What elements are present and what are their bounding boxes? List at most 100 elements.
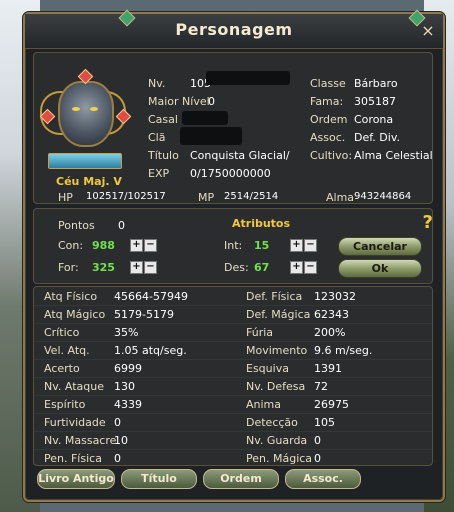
stat-value: 10 [114, 434, 128, 447]
tab-livro-antigo[interactable]: Livro Antigo [37, 469, 115, 489]
hp-value: 102517/102517 [86, 191, 166, 202]
des-value: 67 [254, 261, 270, 274]
order-label: Ordem [310, 113, 348, 126]
stat-value: 26975 [314, 398, 349, 411]
character-name: Céu Maj. V [56, 175, 122, 188]
title-value: Conquista Glacial/ [190, 149, 290, 162]
close-icon[interactable]: × [419, 22, 437, 40]
stat-value: 123032 [314, 290, 356, 303]
for-value: 325 [92, 261, 115, 274]
cancel-button[interactable]: Cancelar [338, 237, 422, 256]
assoc-value: Def. Div. [354, 131, 400, 144]
points-label: Pontos [58, 219, 95, 232]
character-window: Personagem × Céu Maj. V Nv. 105 Maior Ní… [23, 9, 445, 502]
wolf-eye-icon [90, 107, 98, 111]
title-bar[interactable]: Personagem × [25, 9, 443, 49]
stat-value: 0 [114, 452, 121, 465]
for-minus-button[interactable]: − [144, 261, 157, 274]
max-level-value: 0 [208, 95, 215, 108]
stat-value: 62343 [314, 308, 349, 321]
points-value: 0 [118, 219, 125, 232]
stat-label: Esquiva [246, 362, 289, 375]
help-icon[interactable]: ? [423, 212, 433, 233]
redacted-spouse [182, 111, 228, 125]
avatar [39, 68, 132, 173]
attributes-panel: Pontos 0 Atributos Con: 988 + − For: 325… [33, 208, 433, 284]
stat-label: Crítico [44, 326, 80, 339]
stat-value: 0 [314, 434, 321, 447]
clan-label: Clã [148, 131, 166, 144]
fame-value: 305187 [354, 95, 396, 108]
tab-titulo[interactable]: Título [121, 469, 197, 489]
stat-label: Atq Físico [44, 290, 98, 303]
int-label: Int: [224, 239, 243, 252]
int-plus-button[interactable]: + [290, 239, 303, 252]
redacted-name [206, 71, 290, 85]
stat-label: Acerto [44, 362, 80, 375]
stat-value: 0 [114, 416, 121, 429]
con-label: Con: [58, 239, 84, 252]
divider [34, 395, 432, 396]
info-panel: Céu Maj. V Nv. 105 Maior Nível 0 Casal C… [33, 52, 433, 204]
tab-assoc[interactable]: Assoc. [285, 469, 361, 489]
cultivation-label: Cultivo: [310, 149, 353, 162]
ok-button[interactable]: Ok [338, 259, 422, 278]
class-value: Bárbaro [354, 77, 398, 90]
mp-label: MP [198, 191, 215, 204]
des-minus-button[interactable]: − [304, 261, 317, 274]
stat-label: Atq Mágico [44, 308, 106, 321]
stat-value: 9.6 m/seg. [314, 344, 373, 357]
stat-value: 45664-57949 [114, 290, 188, 303]
divider [34, 323, 432, 324]
mp-value: 2514/2514 [224, 191, 279, 202]
alma-value: 943244864 [354, 191, 412, 202]
stat-label: Nv. Ataque [44, 380, 104, 393]
cultivation-value: Alma Celestial [354, 149, 433, 162]
des-plus-button[interactable]: + [290, 261, 303, 274]
stat-label: Def. Física [246, 290, 303, 303]
stat-value: 200% [314, 326, 346, 339]
divider [34, 359, 432, 360]
stat-label: Movimento [246, 344, 308, 357]
window-title: Personagem [175, 20, 293, 39]
con-minus-button[interactable]: − [144, 239, 157, 252]
divider [34, 377, 432, 378]
level-label: Nv. [148, 77, 166, 90]
stat-value: 6999 [114, 362, 142, 375]
stat-value: 1.05 atq/seg. [114, 344, 187, 357]
fame-label: Fama: [310, 95, 344, 108]
assoc-label: Assoc. [310, 131, 346, 144]
int-minus-button[interactable]: − [304, 239, 317, 252]
wolf-eye-icon [72, 107, 80, 111]
alma-label: Alma [326, 191, 355, 204]
divider [34, 449, 432, 450]
class-label: Classe [310, 77, 346, 90]
con-value: 988 [92, 239, 115, 252]
stat-label: Anima [246, 398, 282, 411]
stat-label: Nv. Defesa [246, 380, 306, 393]
for-label: For: [58, 261, 79, 274]
order-value: Corona [354, 113, 394, 126]
exp-label: EXP [148, 167, 170, 180]
stat-label: Pen. Física [44, 452, 102, 465]
stat-label: Espírito [44, 398, 86, 411]
stat-label: Furtividade [44, 416, 106, 429]
for-plus-button[interactable]: + [130, 261, 143, 274]
stat-value: 35% [114, 326, 139, 339]
stat-value: 130 [114, 380, 135, 393]
stat-label: Vel. Atq. [44, 344, 90, 357]
stat-value: 4339 [114, 398, 142, 411]
con-plus-button[interactable]: + [130, 239, 143, 252]
divider [34, 341, 432, 342]
stats-panel: Atq Físico 45664-57949 Atq Mágico 5179-5… [33, 286, 433, 466]
stat-label: Detecção [246, 416, 298, 429]
stat-label: Nv. Massacre [44, 434, 117, 447]
stat-label: Def. Mágica [246, 308, 311, 321]
redacted-clan [180, 127, 242, 145]
stat-value: 5179-5179 [114, 308, 174, 321]
stat-value: 1391 [314, 362, 342, 375]
des-label: Des: [224, 261, 249, 274]
tab-ordem[interactable]: Ordem [203, 469, 279, 489]
stat-label: Fúria [246, 326, 274, 339]
wolf-portrait-icon [58, 81, 114, 147]
